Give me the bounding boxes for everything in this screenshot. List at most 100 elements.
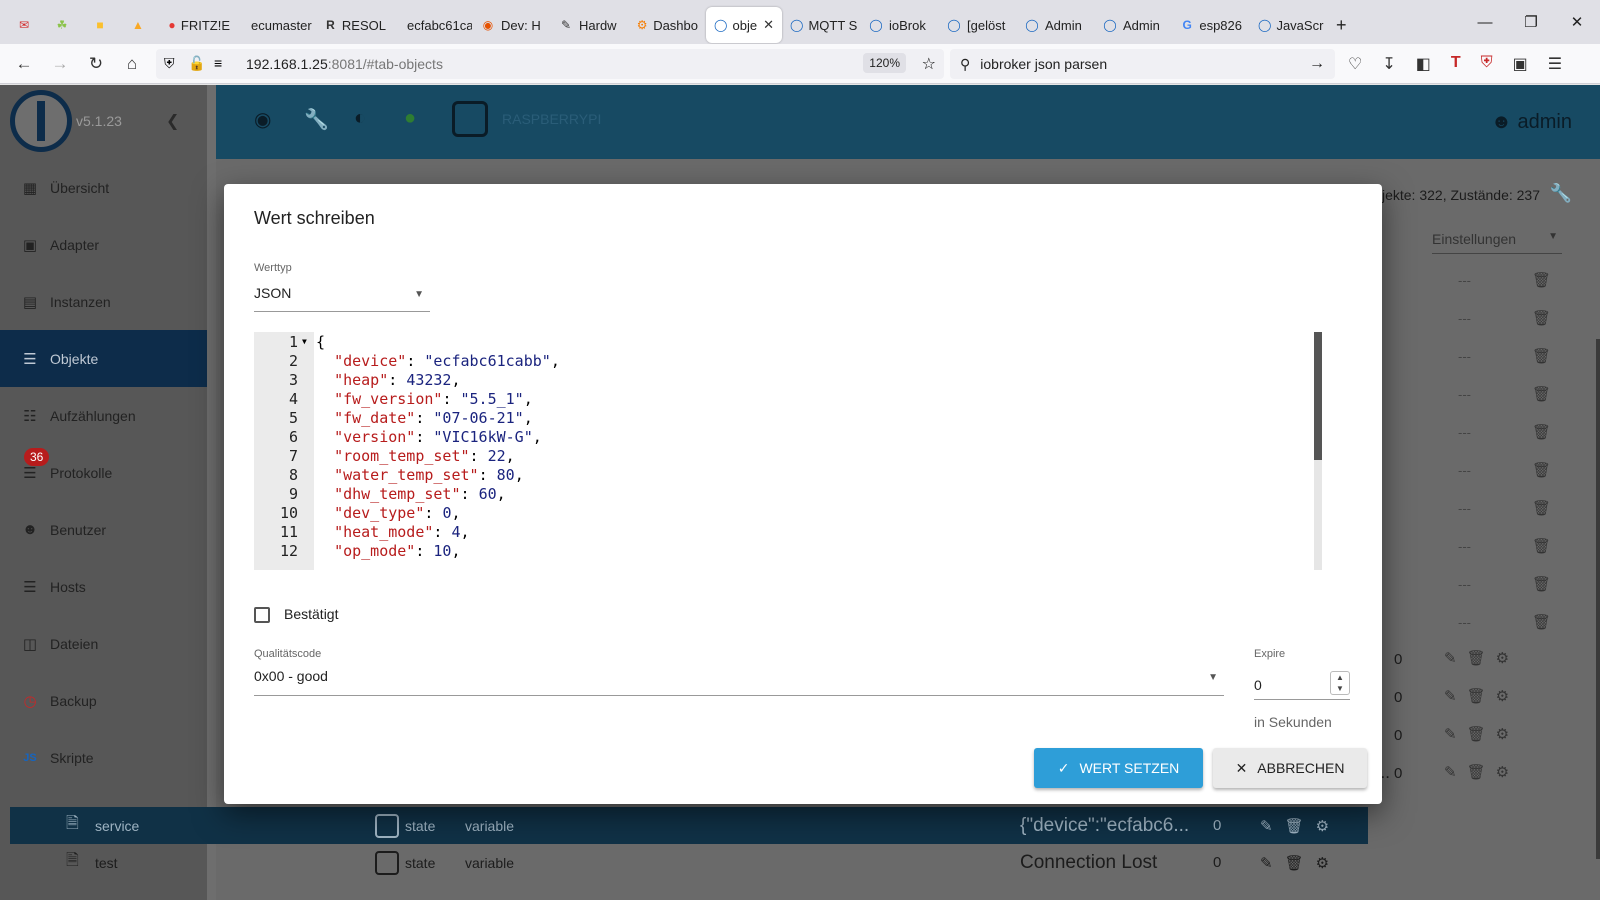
brightness-icon[interactable]: ◐ xyxy=(354,107,366,130)
menu-icon[interactable]: ☰ xyxy=(1548,54,1562,74)
browser-tab[interactable]: R RESOL xyxy=(316,7,394,43)
collapse-sidebar-icon[interactable]: ❮ xyxy=(166,111,179,131)
browser-tab[interactable]: ◯ [gelöst xyxy=(938,7,1016,43)
table-row[interactable]: 🗎 service state variable {"device":"ecfabc6.… xyxy=(10,807,1368,844)
delete-icon[interactable]: 🗑 xyxy=(1532,575,1551,593)
zoom-level[interactable]: 120% xyxy=(863,53,906,73)
delete-icon[interactable]: 🗑 xyxy=(1285,817,1304,835)
row-actions[interactable]: ✎🗑⚙ xyxy=(1444,763,1519,781)
table-row[interactable]: --- 🗑 xyxy=(1400,493,1600,531)
table-row[interactable]: --- 🗑 xyxy=(1400,379,1600,417)
table-row[interactable]: --- 🗑 xyxy=(1400,303,1600,341)
delete-icon[interactable]: 🗑 xyxy=(1532,461,1551,479)
eye-icon[interactable]: ◉ xyxy=(254,107,271,132)
table-row[interactable]: --- 🗑 xyxy=(1400,265,1600,303)
table-row[interactable]: --- 🗑 xyxy=(1400,455,1600,493)
expert-mode-icon[interactable]: ● xyxy=(404,107,416,130)
editor-scroll-thumb[interactable] xyxy=(1314,332,1322,460)
delete-icon[interactable]: 🗑 xyxy=(1532,423,1551,441)
delete-icon[interactable]: 🗑 xyxy=(1285,854,1304,872)
browser-tab[interactable]: ▲ xyxy=(122,7,160,43)
delete-icon[interactable]: 🗑 xyxy=(1532,537,1551,555)
permissions-icon[interactable]: ≡ xyxy=(214,55,222,71)
table-scrollbar[interactable] xyxy=(1596,339,1600,859)
sidebar-item-0[interactable]: ▦ Übersicht xyxy=(0,159,207,216)
json-editor[interactable]: 1 ▼{2 "device": "ecfabc61cabb", 3 "heap": … xyxy=(254,332,1352,570)
expire-input[interactable]: 0 ▲ ▼ xyxy=(1254,671,1350,700)
search-bar[interactable]: ⚲ iobroker json parsen → xyxy=(950,49,1335,79)
value-type-select[interactable]: JSON ▼ xyxy=(254,285,430,312)
delete-icon[interactable]: 🗑 xyxy=(1532,499,1551,517)
lock-icon[interactable]: 🔓 xyxy=(188,55,205,72)
sidebar-toggle-icon[interactable]: ▣ xyxy=(1513,54,1528,74)
row-actions[interactable]: ✎🗑⚙ xyxy=(1444,687,1519,705)
new-tab-button[interactable]: + xyxy=(1328,7,1355,43)
object-value[interactable]: {"device":"ecfabc6... xyxy=(1020,815,1189,837)
delete-icon[interactable]: 🗑 xyxy=(1532,347,1551,365)
browser-tab[interactable]: ◯ Admin xyxy=(1094,7,1172,43)
sidebar-item-4[interactable]: ☷ Aufzählungen xyxy=(0,387,207,444)
table-row[interactable]: 0✎🗑⚙5408... xyxy=(1338,757,1600,795)
translate-icon[interactable]: T xyxy=(1451,54,1461,74)
set-value-button[interactable]: ✓ WERT SETZEN xyxy=(1034,748,1203,788)
download-icon[interactable]: ↧ xyxy=(1382,54,1395,74)
sidebar-item-5[interactable]: ☰ Protokolle 36 xyxy=(0,444,207,501)
sidebar-item-9[interactable]: ◷ Backup xyxy=(0,672,207,729)
minimize-button[interactable]: — xyxy=(1462,0,1508,44)
browser-tab[interactable]: ◉ Dev: H xyxy=(472,7,550,43)
browser-tab[interactable]: ☘ xyxy=(46,7,84,43)
wrench-icon[interactable]: 🔧 xyxy=(304,107,329,132)
table-row[interactable]: 0 ✎🗑⚙ xyxy=(1390,681,1600,719)
fold-icon[interactable]: ▼ xyxy=(302,337,307,346)
url-text[interactable]: 192.168.1.25:8081/#tab-objects xyxy=(246,56,443,72)
delete-icon[interactable]: 🗑 xyxy=(1532,385,1551,403)
pocket-icon[interactable]: ♡ xyxy=(1348,54,1362,74)
close-window-button[interactable]: ✕ xyxy=(1554,0,1600,44)
shield-icon[interactable]: ⛨ xyxy=(164,55,175,72)
row-actions[interactable]: ✎🗑⚙ xyxy=(1260,817,1329,835)
browser-tab[interactable]: ◯ JavaScr xyxy=(1250,7,1328,43)
table-row[interactable]: 0 ✎🗑⚙ xyxy=(1390,643,1600,681)
browser-tab[interactable]: ■ xyxy=(84,7,122,43)
home-button[interactable]: ⌂ xyxy=(114,48,150,80)
search-go-icon[interactable]: → xyxy=(1309,55,1325,73)
url-bar[interactable]: ⛨ 🔓 ≡ 192.168.1.25:8081/#tab-objects 120… xyxy=(156,49,944,79)
user-menu[interactable]: ☻ admin xyxy=(1491,111,1572,134)
gear-icon[interactable]: ⚙ xyxy=(1316,854,1329,872)
maximize-button[interactable]: ❐ xyxy=(1508,0,1554,44)
close-tab-icon[interactable]: ✕ xyxy=(763,17,774,33)
row-actions[interactable]: ✎🗑⚙ xyxy=(1444,649,1519,667)
table-row[interactable]: --- 🗑 xyxy=(1400,607,1600,645)
sidebar-item-7[interactable]: ☰ Hosts xyxy=(0,558,207,615)
expire-stepper[interactable]: ▲ ▼ xyxy=(1330,671,1350,695)
cancel-button[interactable]: ✕ ABBRECHEN xyxy=(1213,748,1367,788)
quality-select[interactable]: 0x00 - good ▼ xyxy=(254,668,1224,696)
browser-tab[interactable]: ◯ MQTT S xyxy=(782,7,860,43)
browser-tab[interactable]: Gesp826 xyxy=(1172,7,1250,43)
sidebar-item-8[interactable]: ◫ Dateien xyxy=(0,615,207,672)
back-button[interactable]: ← xyxy=(6,48,42,80)
table-row[interactable]: --- 🗑 xyxy=(1400,569,1600,607)
ack-checkbox[interactable] xyxy=(254,607,270,623)
sidebar-item-6[interactable]: ☻ Benutzer xyxy=(0,501,207,558)
reader-icon[interactable]: ◧ xyxy=(1416,54,1431,74)
delete-icon[interactable]: 🗑 xyxy=(1532,271,1551,289)
bookmark-star-icon[interactable]: ☆ xyxy=(922,54,936,74)
table-row[interactable]: --- 🗑 xyxy=(1400,417,1600,455)
sidebar-item-10[interactable]: JS Skripte xyxy=(0,729,207,786)
settings-select[interactable]: Einstellungen ▼ xyxy=(1432,231,1562,254)
sidebar-item-2[interactable]: ▤ Instanzen xyxy=(0,273,207,330)
edit-icon[interactable]: ✎ xyxy=(1260,817,1273,835)
wrench-icon[interactable]: 🔧 xyxy=(1550,183,1572,204)
ublock-icon[interactable]: ⛨ xyxy=(1481,54,1493,74)
browser-tab[interactable]: ⚙ Dashbo xyxy=(628,7,706,43)
row-actions[interactable]: ✎🗑⚙ xyxy=(1260,854,1329,872)
delete-icon[interactable]: 🗑 xyxy=(1532,309,1551,327)
sidebar-item-1[interactable]: ▣ Adapter xyxy=(0,216,207,273)
reload-button[interactable]: ↻ xyxy=(78,48,114,80)
browser-tab[interactable]: ✉ xyxy=(8,7,46,43)
object-value[interactable]: Connection Lost xyxy=(1020,852,1157,874)
browser-tab[interactable]: ◯ Admin xyxy=(1016,7,1094,43)
delete-icon[interactable]: 🗑 xyxy=(1532,613,1551,631)
browser-tab[interactable]: ◯ obje ✕ xyxy=(706,7,782,43)
